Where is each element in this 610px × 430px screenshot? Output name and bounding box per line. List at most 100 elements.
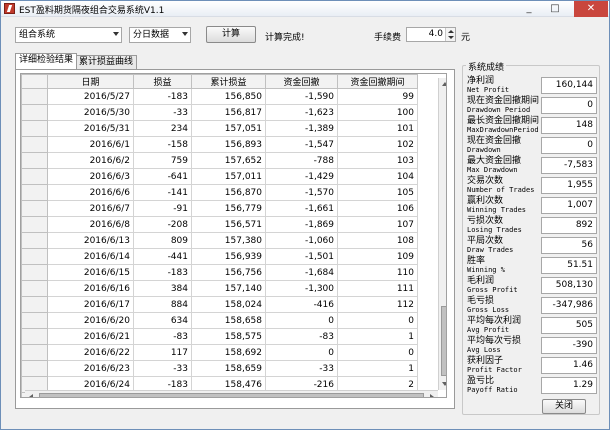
table-row[interactable]: 2016/6/14 -441 156,939 -1,501 109 — [21, 248, 418, 265]
table-cell[interactable]: 102 — [337, 136, 418, 153]
scroll-up-icon[interactable] — [442, 82, 446, 86]
table-cell[interactable]: 156,817 — [191, 104, 266, 121]
table-row[interactable]: 2016/6/6 -141 156,870 -1,570 105 — [21, 184, 418, 201]
table-cell[interactable]: 2016/6/7 — [47, 200, 134, 217]
row-header[interactable] — [21, 104, 48, 121]
close-button[interactable]: 关闭 — [542, 399, 586, 414]
table-cell[interactable]: 156,779 — [191, 200, 266, 217]
table-cell[interactable]: 156,850 — [191, 88, 266, 105]
scroll-down-icon[interactable] — [442, 382, 446, 386]
row-header[interactable] — [21, 216, 48, 233]
table-row[interactable]: 2016/6/8 -208 156,571 -1,869 107 — [21, 216, 418, 233]
table-cell[interactable]: 156,870 — [191, 184, 266, 201]
column-header[interactable]: 资金回撤 — [265, 74, 338, 89]
table-row[interactable]: 2016/6/17 884 158,024 -416 112 — [21, 296, 418, 313]
table-cell[interactable]: -441 — [133, 248, 192, 265]
table-cell[interactable]: 111 — [337, 280, 418, 297]
row-header[interactable] — [21, 264, 48, 281]
row-header[interactable] — [21, 344, 48, 361]
row-header[interactable] — [21, 200, 48, 217]
table-cell[interactable]: -1,501 — [265, 248, 338, 265]
table-row[interactable]: 2016/6/7 -91 156,779 -1,661 106 — [21, 200, 418, 217]
table-cell[interactable]: -183 — [133, 88, 192, 105]
table-cell[interactable]: 2016/6/16 — [47, 280, 134, 297]
table-cell[interactable]: 2016/6/23 — [47, 360, 134, 377]
system-select[interactable]: 组合系统 — [15, 27, 122, 43]
table-cell[interactable]: 759 — [133, 152, 192, 169]
table-row[interactable]: 2016/5/27 -183 156,850 -1,590 99 — [21, 88, 418, 105]
table-cell[interactable]: 103 — [337, 152, 418, 169]
row-header[interactable] — [21, 168, 48, 185]
table-cell[interactable]: 156,939 — [191, 248, 266, 265]
table-cell[interactable]: 2016/6/17 — [47, 296, 134, 313]
scroll-right-icon[interactable] — [430, 394, 434, 397]
table-cell[interactable]: -1,389 — [265, 120, 338, 137]
fee-stepper[interactable] — [445, 28, 455, 41]
table-cell[interactable]: 156,571 — [191, 216, 266, 233]
table-cell[interactable]: 107 — [337, 216, 418, 233]
table-cell[interactable]: -1,869 — [265, 216, 338, 233]
table-cell[interactable]: 157,652 — [191, 152, 266, 169]
table-cell[interactable]: 634 — [133, 312, 192, 329]
table-row[interactable]: 2016/6/22 117 158,692 0 0 — [21, 344, 418, 361]
table-cell[interactable]: 2016/5/27 — [47, 88, 134, 105]
table-cell[interactable]: -1,547 — [265, 136, 338, 153]
table-cell[interactable]: 158,692 — [191, 344, 266, 361]
results-grid[interactable]: 日期 损益 累计损益 资金回撤 资金回撤期间 2016/5/27 -183 156,… — [20, 73, 447, 398]
table-cell[interactable]: 2016/6/1 — [47, 136, 134, 153]
table-cell[interactable]: -1,684 — [265, 264, 338, 281]
table-cell[interactable]: -1,570 — [265, 184, 338, 201]
column-header[interactable]: 日期 — [47, 74, 134, 89]
table-cell[interactable]: 157,140 — [191, 280, 266, 297]
row-header[interactable] — [21, 280, 48, 297]
data-select[interactable]: 分日数据 — [129, 27, 191, 43]
table-cell[interactable]: 2016/5/31 — [47, 120, 134, 137]
table-cell[interactable]: 156,893 — [191, 136, 266, 153]
table-cell[interactable]: -91 — [133, 200, 192, 217]
table-cell[interactable]: -1,429 — [265, 168, 338, 185]
table-cell[interactable]: 100 — [337, 104, 418, 121]
table-cell[interactable]: 0 — [265, 312, 338, 329]
table-cell[interactable]: -33 — [133, 104, 192, 121]
maximize-button[interactable]: □ — [543, 1, 567, 17]
table-cell[interactable]: 99 — [337, 88, 418, 105]
table-cell[interactable]: 2016/6/2 — [47, 152, 134, 169]
table-cell[interactable]: -1,590 — [265, 88, 338, 105]
row-header[interactable] — [21, 184, 48, 201]
row-header[interactable] — [21, 88, 48, 105]
table-cell[interactable]: 0 — [337, 344, 418, 361]
table-cell[interactable]: 109 — [337, 248, 418, 265]
row-header[interactable] — [21, 312, 48, 329]
table-cell[interactable]: 110 — [337, 264, 418, 281]
row-header[interactable] — [21, 360, 48, 377]
table-cell[interactable]: 2016/6/20 — [47, 312, 134, 329]
table-cell[interactable]: -83 — [265, 328, 338, 345]
table-cell[interactable]: 158,658 — [191, 312, 266, 329]
table-cell[interactable]: -416 — [265, 296, 338, 313]
table-cell[interactable]: 157,380 — [191, 232, 266, 249]
table-cell[interactable]: -208 — [133, 216, 192, 233]
row-header[interactable] — [21, 296, 48, 313]
table-cell[interactable]: 2016/6/13 — [47, 232, 134, 249]
table-cell[interactable]: 384 — [133, 280, 192, 297]
table-cell[interactable]: -33 — [265, 360, 338, 377]
table-row[interactable]: 2016/6/2 759 157,652 -788 103 — [21, 152, 418, 169]
horizontal-scrollbar[interactable] — [25, 390, 438, 397]
table-cell[interactable]: 112 — [337, 296, 418, 313]
table-cell[interactable]: 104 — [337, 168, 418, 185]
tab-details[interactable]: 详细检验结果 — [15, 53, 78, 69]
row-header[interactable] — [21, 328, 48, 345]
row-header[interactable] — [21, 152, 48, 169]
vertical-scrollbar[interactable] — [438, 78, 446, 390]
table-row[interactable]: 2016/6/20 634 158,658 0 0 — [21, 312, 418, 329]
close-window-button[interactable]: ✕ — [574, 1, 608, 17]
table-cell[interactable]: -641 — [133, 168, 192, 185]
table-row[interactable]: 2016/5/30 -33 156,817 -1,623 100 — [21, 104, 418, 121]
table-cell[interactable]: 2016/6/8 — [47, 216, 134, 233]
table-cell[interactable]: -141 — [133, 184, 192, 201]
table-row[interactable]: 2016/6/16 384 157,140 -1,300 111 — [21, 280, 418, 297]
table-cell[interactable]: 117 — [133, 344, 192, 361]
table-cell[interactable]: 105 — [337, 184, 418, 201]
table-cell[interactable]: 1 — [337, 360, 418, 377]
table-cell[interactable]: 158,659 — [191, 360, 266, 377]
